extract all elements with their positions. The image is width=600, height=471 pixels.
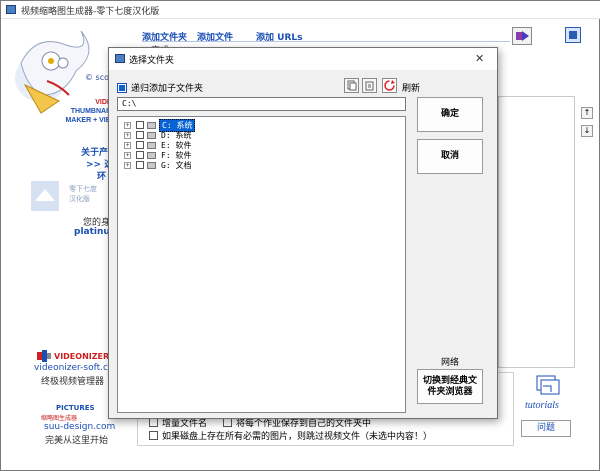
- drive-letter: D:: [161, 130, 171, 140]
- videonizer-icon: [37, 350, 51, 362]
- tree-node-e[interactable]: + E: 软件: [124, 140, 193, 150]
- title-bar: 视频缩略图生成器-零下七度汉化版: [1, 1, 600, 19]
- move-down-icon[interactable]: ↓: [581, 125, 593, 137]
- watermark-icon: [31, 181, 59, 211]
- drive-name: 文档: [175, 160, 192, 170]
- tree-checkbox[interactable]: [136, 151, 144, 159]
- opt-skip[interactable]: 如果磁盘上存在所有必需的图片，则跳过视频文件（未选中内容！）: [149, 429, 432, 442]
- drive-name: 软件: [175, 150, 192, 160]
- dialog-title-bar: 选择文件夹 ✕: [109, 48, 497, 70]
- toolbar-divider: [142, 41, 510, 42]
- expand-icon[interactable]: +: [124, 131, 131, 139]
- opt-save-each-checkbox[interactable]: [223, 418, 232, 427]
- tree-label[interactable]: G: 文档: [159, 160, 193, 171]
- tree-node-d[interactable]: + D: 系统: [124, 130, 193, 140]
- tree-checkbox[interactable]: [136, 131, 144, 139]
- network-label: 网络: [441, 358, 460, 368]
- drive-name: 系统: [175, 130, 192, 140]
- expand-icon[interactable]: +: [124, 121, 131, 129]
- tutorials-icon[interactable]: tutorials: [521, 374, 579, 412]
- recursive-checkbox[interactable]: [117, 82, 127, 93]
- drive-letter: C:: [162, 120, 172, 130]
- tree-checkbox[interactable]: [136, 141, 144, 149]
- pictures-sub: 缩略图生成器: [41, 415, 78, 422]
- app-icon: [6, 5, 16, 14]
- list-view-icon[interactable]: [565, 27, 581, 43]
- drive-letter: F:: [161, 150, 171, 160]
- tree-checkbox[interactable]: [136, 161, 144, 169]
- suu-desc: 完美从这里开始: [45, 436, 109, 446]
- tree-checkbox[interactable]: [136, 121, 144, 129]
- videonizer-desc: 终极视频管理器: [41, 377, 105, 387]
- opt-add-name-checkbox[interactable]: [149, 418, 158, 427]
- expand-icon[interactable]: +: [124, 161, 131, 169]
- drive-name: 系统: [176, 120, 193, 130]
- env-link[interactable]: 环: [97, 169, 106, 182]
- tree-node-c[interactable]: + C: 系统: [124, 118, 196, 132]
- dialog-app-icon: [115, 54, 125, 63]
- drive-letter: E:: [161, 140, 171, 150]
- watermark-text-2: 汉化版: [69, 195, 90, 203]
- drive-icon: [147, 131, 156, 139]
- videonizer-title: VIDEONIZER: [54, 352, 110, 361]
- expand-icon[interactable]: +: [124, 141, 131, 149]
- move-up-icon[interactable]: ↑: [581, 107, 593, 119]
- watermark-text-1: 零下七度: [69, 185, 97, 193]
- suu-site-link[interactable]: suu-design.com: [44, 422, 115, 432]
- opt-skip-checkbox[interactable]: [149, 431, 158, 440]
- select-folder-dialog: 选择文件夹 ✕ 递归添加子文件夹 刷新 C:\ + C: 系统 + D: 系统 …: [108, 47, 498, 419]
- opt-skip-label: 如果磁盘上存在所有必需的图片，则跳过视频文件（未选中内容！）: [162, 432, 433, 442]
- recursive-option[interactable]: 递归添加子文件夹: [117, 81, 203, 94]
- tutorials-label: tutorials: [525, 400, 559, 411]
- refresh-label[interactable]: 刷新: [402, 81, 420, 94]
- drive-icon: [147, 151, 156, 159]
- close-icon[interactable]: ✕: [475, 52, 484, 65]
- switch-classic-button[interactable]: 切换到经典文件夹浏览器: [417, 369, 483, 404]
- pictures-title: PICTURES: [56, 404, 95, 412]
- folder-tree[interactable]: + C: 系统 + D: 系统 + E: 软件 + F: 软件 + G: 文档: [117, 116, 406, 413]
- question-button[interactable]: 问题: [521, 420, 571, 437]
- window-title: 视频缩略图生成器-零下七度汉化版: [21, 7, 160, 17]
- play-arrow-icon[interactable]: [512, 27, 532, 45]
- copy-icon[interactable]: [344, 78, 359, 93]
- recursive-label: 递归添加子文件夹: [131, 84, 204, 94]
- paste-icon[interactable]: [362, 78, 377, 93]
- dialog-title: 选择文件夹: [129, 56, 175, 66]
- drive-name: 软件: [175, 140, 192, 150]
- drive-icon: [147, 121, 156, 129]
- path-input[interactable]: C:\: [117, 97, 406, 111]
- expand-icon[interactable]: +: [124, 151, 131, 159]
- refresh-icon[interactable]: [382, 78, 397, 93]
- drive-letter: G:: [161, 160, 171, 170]
- drive-icon: [147, 141, 156, 149]
- drive-icon: [147, 161, 156, 169]
- tree-node-f[interactable]: + F: 软件: [124, 150, 193, 160]
- cancel-button[interactable]: 取消: [417, 139, 483, 174]
- ok-button[interactable]: 确定: [417, 97, 483, 132]
- file-list-panel[interactable]: [498, 96, 575, 368]
- tree-node-g[interactable]: + G: 文档: [124, 160, 193, 170]
